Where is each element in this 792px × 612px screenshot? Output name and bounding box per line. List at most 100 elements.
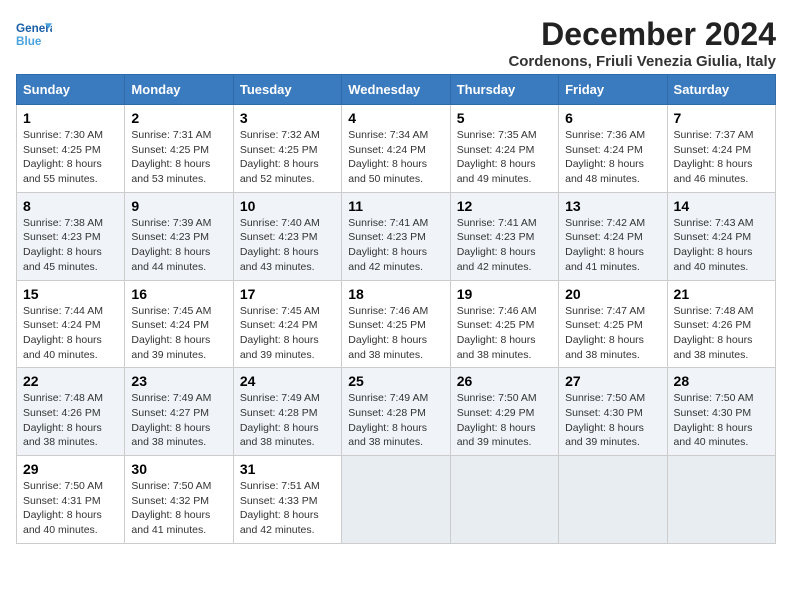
day-number: 17 bbox=[240, 286, 335, 302]
calendar-cell: 5 Sunrise: 7:35 AM Sunset: 4:24 PM Dayli… bbox=[450, 105, 558, 193]
calendar-cell: 30 Sunrise: 7:50 AM Sunset: 4:32 PM Dayl… bbox=[125, 456, 233, 544]
day-number: 18 bbox=[348, 286, 443, 302]
calendar-week-3: 15 Sunrise: 7:44 AM Sunset: 4:24 PM Dayl… bbox=[17, 280, 776, 368]
day-number: 19 bbox=[457, 286, 552, 302]
day-number: 10 bbox=[240, 198, 335, 214]
day-info: Sunrise: 7:40 AM Sunset: 4:23 PM Dayligh… bbox=[240, 216, 335, 275]
day-info: Sunrise: 7:42 AM Sunset: 4:24 PM Dayligh… bbox=[565, 216, 660, 275]
day-info: Sunrise: 7:48 AM Sunset: 4:26 PM Dayligh… bbox=[23, 391, 118, 450]
day-number: 29 bbox=[23, 461, 118, 477]
calendar-cell: 28 Sunrise: 7:50 AM Sunset: 4:30 PM Dayl… bbox=[667, 368, 775, 456]
calendar-cell: 8 Sunrise: 7:38 AM Sunset: 4:23 PM Dayli… bbox=[17, 192, 125, 280]
day-number: 23 bbox=[131, 373, 226, 389]
day-info: Sunrise: 7:50 AM Sunset: 4:31 PM Dayligh… bbox=[23, 479, 118, 538]
calendar-cell: 13 Sunrise: 7:42 AM Sunset: 4:24 PM Dayl… bbox=[559, 192, 667, 280]
day-number: 28 bbox=[674, 373, 769, 389]
day-number: 4 bbox=[348, 110, 443, 126]
calendar-cell bbox=[667, 456, 775, 544]
day-info: Sunrise: 7:41 AM Sunset: 4:23 PM Dayligh… bbox=[348, 216, 443, 275]
day-info: Sunrise: 7:50 AM Sunset: 4:30 PM Dayligh… bbox=[674, 391, 769, 450]
header-saturday: Saturday bbox=[667, 75, 775, 105]
calendar-week-4: 22 Sunrise: 7:48 AM Sunset: 4:26 PM Dayl… bbox=[17, 368, 776, 456]
day-info: Sunrise: 7:47 AM Sunset: 4:25 PM Dayligh… bbox=[565, 304, 660, 363]
day-number: 24 bbox=[240, 373, 335, 389]
calendar-cell: 16 Sunrise: 7:45 AM Sunset: 4:24 PM Dayl… bbox=[125, 280, 233, 368]
calendar-cell bbox=[342, 456, 450, 544]
calendar-cell: 15 Sunrise: 7:44 AM Sunset: 4:24 PM Dayl… bbox=[17, 280, 125, 368]
day-number: 13 bbox=[565, 198, 660, 214]
day-number: 25 bbox=[348, 373, 443, 389]
calendar-cell: 23 Sunrise: 7:49 AM Sunset: 4:27 PM Dayl… bbox=[125, 368, 233, 456]
calendar-cell bbox=[450, 456, 558, 544]
day-number: 30 bbox=[131, 461, 226, 477]
calendar-cell: 26 Sunrise: 7:50 AM Sunset: 4:29 PM Dayl… bbox=[450, 368, 558, 456]
day-number: 7 bbox=[674, 110, 769, 126]
day-number: 16 bbox=[131, 286, 226, 302]
day-info: Sunrise: 7:50 AM Sunset: 4:29 PM Dayligh… bbox=[457, 391, 552, 450]
calendar-cell: 19 Sunrise: 7:46 AM Sunset: 4:25 PM Dayl… bbox=[450, 280, 558, 368]
day-number: 12 bbox=[457, 198, 552, 214]
calendar-cell: 2 Sunrise: 7:31 AM Sunset: 4:25 PM Dayli… bbox=[125, 105, 233, 193]
title-block: December 2024 Cordenons, Friuli Venezia … bbox=[508, 16, 776, 70]
header-thursday: Thursday bbox=[450, 75, 558, 105]
calendar-cell: 9 Sunrise: 7:39 AM Sunset: 4:23 PM Dayli… bbox=[125, 192, 233, 280]
day-number: 22 bbox=[23, 373, 118, 389]
calendar-cell: 14 Sunrise: 7:43 AM Sunset: 4:24 PM Dayl… bbox=[667, 192, 775, 280]
day-number: 2 bbox=[131, 110, 226, 126]
day-number: 31 bbox=[240, 461, 335, 477]
day-info: Sunrise: 7:50 AM Sunset: 4:32 PM Dayligh… bbox=[131, 479, 226, 538]
logo-icon: General Blue bbox=[16, 16, 52, 52]
calendar-cell: 7 Sunrise: 7:37 AM Sunset: 4:24 PM Dayli… bbox=[667, 105, 775, 193]
calendar-cell: 24 Sunrise: 7:49 AM Sunset: 4:28 PM Dayl… bbox=[233, 368, 341, 456]
calendar-cell: 10 Sunrise: 7:40 AM Sunset: 4:23 PM Dayl… bbox=[233, 192, 341, 280]
calendar-cell: 25 Sunrise: 7:49 AM Sunset: 4:28 PM Dayl… bbox=[342, 368, 450, 456]
header-wednesday: Wednesday bbox=[342, 75, 450, 105]
day-info: Sunrise: 7:51 AM Sunset: 4:33 PM Dayligh… bbox=[240, 479, 335, 538]
day-info: Sunrise: 7:32 AM Sunset: 4:25 PM Dayligh… bbox=[240, 128, 335, 187]
calendar-cell: 31 Sunrise: 7:51 AM Sunset: 4:33 PM Dayl… bbox=[233, 456, 341, 544]
day-number: 27 bbox=[565, 373, 660, 389]
calendar-cell: 18 Sunrise: 7:46 AM Sunset: 4:25 PM Dayl… bbox=[342, 280, 450, 368]
calendar-header-row: SundayMondayTuesdayWednesdayThursdayFrid… bbox=[17, 75, 776, 105]
day-info: Sunrise: 7:45 AM Sunset: 4:24 PM Dayligh… bbox=[131, 304, 226, 363]
calendar-cell: 22 Sunrise: 7:48 AM Sunset: 4:26 PM Dayl… bbox=[17, 368, 125, 456]
calendar-cell: 4 Sunrise: 7:34 AM Sunset: 4:24 PM Dayli… bbox=[342, 105, 450, 193]
day-info: Sunrise: 7:44 AM Sunset: 4:24 PM Dayligh… bbox=[23, 304, 118, 363]
day-info: Sunrise: 7:31 AM Sunset: 4:25 PM Dayligh… bbox=[131, 128, 226, 187]
logo: General Blue bbox=[16, 16, 52, 52]
calendar-cell: 20 Sunrise: 7:47 AM Sunset: 4:25 PM Dayl… bbox=[559, 280, 667, 368]
day-info: Sunrise: 7:49 AM Sunset: 4:28 PM Dayligh… bbox=[348, 391, 443, 450]
day-number: 8 bbox=[23, 198, 118, 214]
day-number: 20 bbox=[565, 286, 660, 302]
page-subtitle: Cordenons, Friuli Venezia Giulia, Italy bbox=[508, 53, 776, 70]
header-friday: Friday bbox=[559, 75, 667, 105]
calendar-cell: 27 Sunrise: 7:50 AM Sunset: 4:30 PM Dayl… bbox=[559, 368, 667, 456]
day-number: 15 bbox=[23, 286, 118, 302]
calendar-cell: 1 Sunrise: 7:30 AM Sunset: 4:25 PM Dayli… bbox=[17, 105, 125, 193]
calendar-cell: 12 Sunrise: 7:41 AM Sunset: 4:23 PM Dayl… bbox=[450, 192, 558, 280]
day-info: Sunrise: 7:30 AM Sunset: 4:25 PM Dayligh… bbox=[23, 128, 118, 187]
day-info: Sunrise: 7:38 AM Sunset: 4:23 PM Dayligh… bbox=[23, 216, 118, 275]
day-info: Sunrise: 7:37 AM Sunset: 4:24 PM Dayligh… bbox=[674, 128, 769, 187]
calendar-week-5: 29 Sunrise: 7:50 AM Sunset: 4:31 PM Dayl… bbox=[17, 456, 776, 544]
header-sunday: Sunday bbox=[17, 75, 125, 105]
day-info: Sunrise: 7:41 AM Sunset: 4:23 PM Dayligh… bbox=[457, 216, 552, 275]
day-info: Sunrise: 7:36 AM Sunset: 4:24 PM Dayligh… bbox=[565, 128, 660, 187]
day-info: Sunrise: 7:35 AM Sunset: 4:24 PM Dayligh… bbox=[457, 128, 552, 187]
day-number: 11 bbox=[348, 198, 443, 214]
calendar-cell: 29 Sunrise: 7:50 AM Sunset: 4:31 PM Dayl… bbox=[17, 456, 125, 544]
header-tuesday: Tuesday bbox=[233, 75, 341, 105]
day-info: Sunrise: 7:50 AM Sunset: 4:30 PM Dayligh… bbox=[565, 391, 660, 450]
calendar-cell: 3 Sunrise: 7:32 AM Sunset: 4:25 PM Dayli… bbox=[233, 105, 341, 193]
svg-text:Blue: Blue bbox=[16, 35, 42, 48]
day-info: Sunrise: 7:46 AM Sunset: 4:25 PM Dayligh… bbox=[348, 304, 443, 363]
day-number: 26 bbox=[457, 373, 552, 389]
day-info: Sunrise: 7:46 AM Sunset: 4:25 PM Dayligh… bbox=[457, 304, 552, 363]
day-number: 6 bbox=[565, 110, 660, 126]
day-info: Sunrise: 7:49 AM Sunset: 4:28 PM Dayligh… bbox=[240, 391, 335, 450]
calendar-cell: 11 Sunrise: 7:41 AM Sunset: 4:23 PM Dayl… bbox=[342, 192, 450, 280]
calendar-table: SundayMondayTuesdayWednesdayThursdayFrid… bbox=[16, 74, 776, 544]
day-info: Sunrise: 7:39 AM Sunset: 4:23 PM Dayligh… bbox=[131, 216, 226, 275]
day-number: 3 bbox=[240, 110, 335, 126]
day-info: Sunrise: 7:43 AM Sunset: 4:24 PM Dayligh… bbox=[674, 216, 769, 275]
